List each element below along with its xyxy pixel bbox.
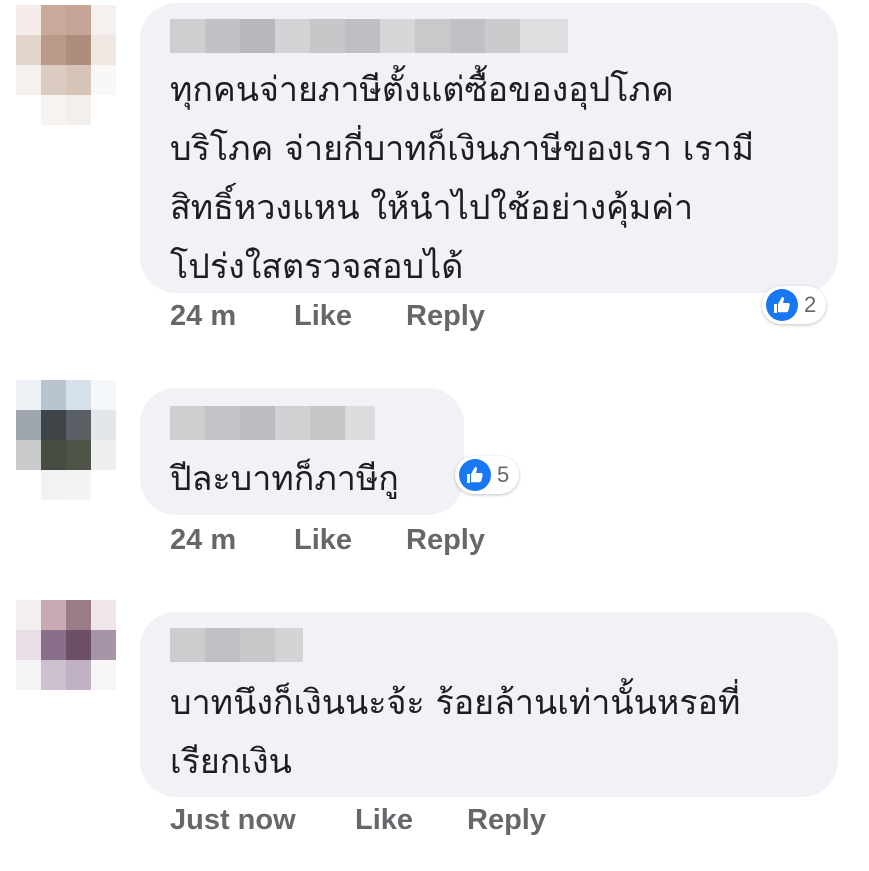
like-thumb-icon <box>766 289 798 321</box>
like-thumb-icon <box>459 459 491 491</box>
reaction-count: 5 <box>497 462 510 487</box>
like-button[interactable]: Like <box>355 804 413 837</box>
reaction-badge[interactable]: 2 <box>762 286 827 324</box>
comment-bubble: ปีละบาทก็ภาษีกู <box>140 388 464 515</box>
reply-button[interactable]: Reply <box>406 300 485 333</box>
author-name[interactable] <box>170 19 568 53</box>
avatar[interactable] <box>16 380 116 500</box>
reaction-badge[interactable]: 5 <box>455 456 520 494</box>
comment-bubble: บาทนึงก็เงินนะจ้ะ ร้อยล้านเท่านั้นหรอที่… <box>140 612 838 797</box>
reply-button[interactable]: Reply <box>406 524 485 557</box>
reply-button[interactable]: Reply <box>467 804 546 837</box>
timestamp[interactable]: 24 m <box>170 524 236 557</box>
comment-text: บาทนึงก็เงินนะจ้ะ ร้อยล้านเท่านั้นหรอที่… <box>170 683 741 782</box>
comment-text: ปีละบาทก็ภาษีกู <box>170 459 399 499</box>
comment-bubble: ทุกคนจ่ายภาษีตั้งแต่ซื้อของอุปโภค บริโภค… <box>140 3 838 293</box>
author-name[interactable] <box>170 628 303 662</box>
comment-text: ทุกคนจ่ายภาษีตั้งแต่ซื้อของอุปโภค บริโภค… <box>170 70 755 287</box>
reaction-count: 2 <box>804 292 817 317</box>
avatar[interactable] <box>16 600 116 720</box>
timestamp[interactable]: Just now <box>170 804 296 837</box>
like-button[interactable]: Like <box>294 300 352 333</box>
author-name[interactable] <box>170 406 375 440</box>
avatar[interactable] <box>16 5 116 125</box>
timestamp[interactable]: 24 m <box>170 300 236 333</box>
like-button[interactable]: Like <box>294 524 352 557</box>
